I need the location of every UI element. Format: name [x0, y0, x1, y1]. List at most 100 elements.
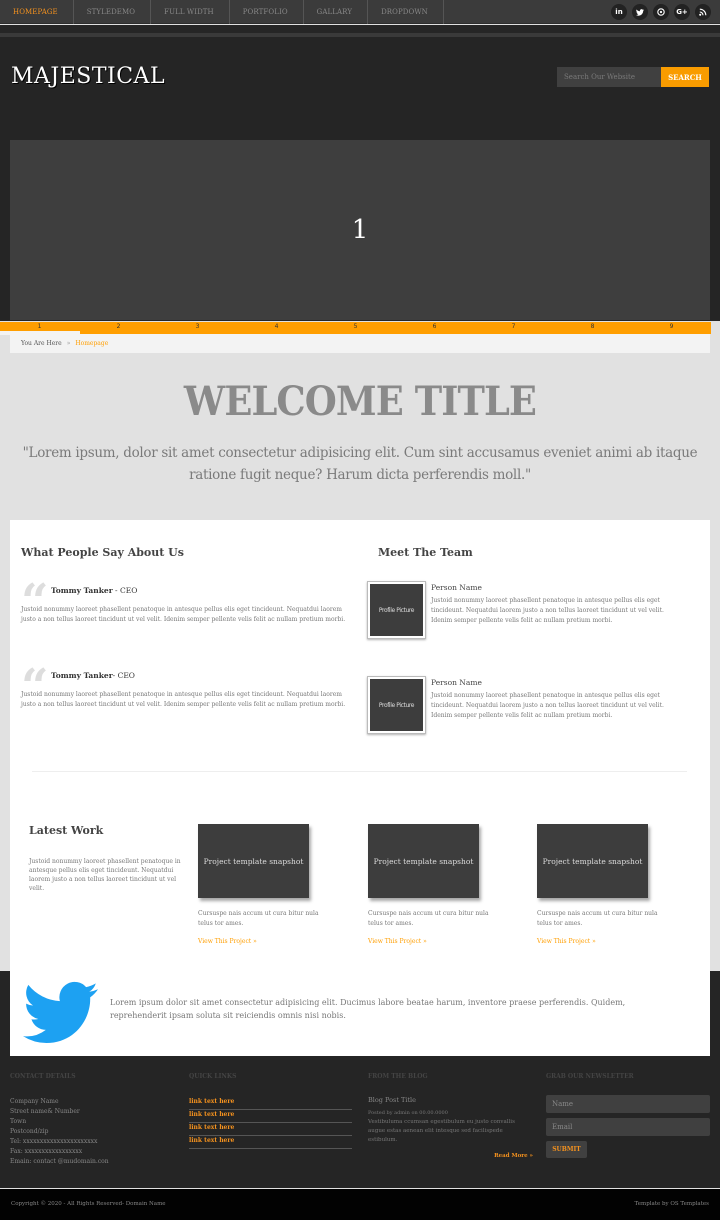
contact-details: Company Name Street name& Number Town Po…	[10, 1097, 109, 1167]
header: MAJESTICAL SEARCH 1	[0, 37, 720, 321]
project-card: Project template snapshot Cursuspe nais …	[368, 824, 493, 945]
testimonial-author: Tommy Tanker - CEO	[51, 586, 137, 595]
welcome-title: WELCOME TITLE	[183, 378, 537, 425]
breadcrumb-separator-icon: »	[66, 340, 71, 347]
newsletter-submit-button[interactable]: SUBMIT	[546, 1141, 587, 1158]
blog-post-excerpt: Vestibuluma ccumsan egestibulum eu justo…	[368, 1119, 515, 1143]
project-snapshot[interactable]: Project template snapshot	[198, 824, 309, 898]
linkedin-icon[interactable]: in	[611, 4, 627, 20]
quick-link[interactable]: link text here	[189, 1110, 352, 1123]
quick-link[interactable]: link text here	[189, 1097, 352, 1110]
copyright-bar: Copyright © 2020 - All Rights Reserved- …	[0, 1189, 720, 1220]
newsletter-heading: GRAB OUR NEWSLETTER	[546, 1073, 634, 1080]
pinterest-icon[interactable]	[653, 4, 669, 20]
slide-content: 1	[351, 215, 369, 245]
slider-page-7[interactable]: 7	[474, 322, 553, 334]
email: Emain: contact @mudomain.con	[10, 1158, 109, 1165]
street: Street name& Number	[10, 1108, 80, 1115]
quick-link[interactable]: link text here	[189, 1123, 352, 1136]
member-name: Person Name	[431, 583, 482, 592]
newsletter-name-input[interactable]	[546, 1095, 710, 1113]
breadcrumb-current[interactable]: Homepage	[75, 340, 108, 347]
view-project-link[interactable]: View This Project »	[368, 938, 493, 945]
newsletter-email-input[interactable]	[546, 1118, 710, 1136]
testimonial-body: Justoid nonummy laoreet phasellent penat…	[21, 691, 346, 708]
twitter-icon[interactable]	[632, 4, 648, 20]
social-links: in G+	[611, 4, 711, 20]
contact-heading: CONTACT DETAILS	[10, 1073, 76, 1080]
slider-page-9[interactable]: 9	[632, 322, 711, 334]
profile-picture[interactable]: Profile Picture	[367, 676, 426, 734]
rss-icon[interactable]	[695, 4, 711, 20]
top-navigation: HOMEPAGE STYLEDEMO FULL WIDTH PORTFOLIO …	[0, 0, 444, 24]
welcome-quote: "Lorem ipsum, dolor sit amet consectetur…	[22, 445, 698, 483]
latest-work-body: Justoid nonummy laoreet phasellent penat…	[29, 858, 181, 892]
project-description: Cursuspe nais accum ut cura bitur nula t…	[198, 910, 319, 927]
blog-post-title[interactable]: Blog Post Title	[368, 1096, 533, 1104]
latest-work-title: Latest Work	[29, 824, 104, 837]
view-project-link[interactable]: View This Project »	[198, 938, 323, 945]
blog-heading: FROM THE BLOG	[368, 1073, 428, 1080]
google-plus-icon[interactable]: G+	[674, 4, 690, 20]
main-content: What People Say About Us “ Tommy Tanker …	[10, 520, 710, 971]
profile-picture-label: Profile Picture	[370, 584, 423, 636]
twitter-section: Lorem ipsum dolor sit amet consectetur a…	[0, 971, 720, 1063]
member-name: Person Name	[431, 678, 482, 687]
project-card: Project template snapshot Cursuspe nais …	[198, 824, 323, 945]
slider-page-6[interactable]: 6	[395, 322, 474, 334]
fax: Fax: xxxxxxxxxxxxxxxxx	[10, 1148, 83, 1155]
testimonials-title: What People Say About Us	[21, 546, 184, 559]
nav-item-dropdown[interactable]: DROPDOWN	[368, 0, 444, 24]
project-description: Cursuspe nais accum ut cura bitur nula t…	[537, 910, 658, 927]
company-name: Company Name	[10, 1098, 59, 1105]
top-bar: HOMEPAGE STYLEDEMO FULL WIDTH PORTFOLIO …	[0, 0, 720, 24]
header-stripe	[0, 25, 720, 33]
slider-page-2[interactable]: 2	[79, 322, 158, 334]
search-button[interactable]: SEARCH	[661, 67, 709, 87]
blog-preview: Blog Post Title Posted by admin on 00.00…	[368, 1096, 533, 1159]
project-description: Cursuspe nais accum ut cura bitur nula t…	[368, 910, 489, 927]
quick-link[interactable]: link text here	[189, 1136, 352, 1149]
footer: CONTACT DETAILS Company Name Street name…	[0, 1063, 720, 1188]
nav-item-gallary[interactable]: GALLARY	[304, 0, 369, 24]
postcode: Postcond/zip	[10, 1128, 49, 1135]
nav-item-homepage[interactable]: HOMEPAGE	[0, 0, 74, 24]
quick-links-heading: QUICK LINKS	[189, 1073, 237, 1080]
author-role: - CEO	[112, 586, 138, 595]
newsletter-form: SUBMIT	[546, 1095, 710, 1158]
member-bio: Justoid nonummy laoreet phasellent penat…	[431, 692, 664, 719]
team-title: Meet The Team	[378, 546, 473, 559]
slider-page-5[interactable]: 5	[316, 322, 395, 334]
template-credit[interactable]: Template by OS Templates	[635, 1201, 709, 1207]
site-logo[interactable]: MAJESTICAL	[11, 64, 165, 89]
slider-pager: 1 2 3 4 5 6 7 8 9	[0, 322, 711, 334]
breadcrumb-label: You Are Here	[21, 340, 62, 347]
nav-item-full-width[interactable]: FULL WIDTH	[151, 0, 230, 24]
testimonial-body: Justoid nonummy laoreet phasellent penat…	[21, 606, 346, 623]
tweet-text: Lorem ipsum dolor sit amet consectetur a…	[110, 998, 626, 1020]
twitter-feed: Lorem ipsum dolor sit amet consectetur a…	[10, 971, 710, 1056]
slider-page-8[interactable]: 8	[553, 322, 632, 334]
town: Town	[10, 1118, 27, 1125]
author-name: Tommy Tanker	[51, 586, 113, 595]
quick-links: link text here link text here link text …	[189, 1097, 352, 1149]
blog-post-meta: Posted by admin on 00.00.0000	[368, 1110, 448, 1116]
project-snapshot[interactable]: Project template snapshot	[368, 824, 479, 898]
member-bio: Justoid nonummy laoreet phasellent penat…	[431, 597, 664, 624]
search-input[interactable]	[557, 67, 661, 87]
view-project-link[interactable]: View This Project »	[537, 938, 662, 945]
read-more-link[interactable]: Read More »	[368, 1153, 533, 1159]
nav-item-portfolio[interactable]: PORTFOLIO	[230, 0, 304, 24]
nav-item-styledemo[interactable]: STYLEDEMO	[74, 0, 152, 24]
copyright-text: Copyright © 2020 - All Rights Reserved- …	[11, 1201, 166, 1207]
author-name: Tommy Tanker	[51, 671, 113, 680]
hero-slider: 1	[10, 140, 710, 320]
breadcrumb: You Are Here » Homepage	[10, 334, 710, 353]
profile-picture-label: Profile Picture	[370, 679, 423, 731]
profile-picture[interactable]: Profile Picture	[367, 581, 426, 639]
slider-page-4[interactable]: 4	[237, 322, 316, 334]
project-snapshot[interactable]: Project template snapshot	[537, 824, 648, 898]
slider-page-3[interactable]: 3	[158, 322, 237, 334]
telephone: Tel: xxxxxxxxxxxxxxxxxxxxxx	[10, 1138, 98, 1145]
project-card: Project template snapshot Cursuspe nais …	[537, 824, 662, 945]
